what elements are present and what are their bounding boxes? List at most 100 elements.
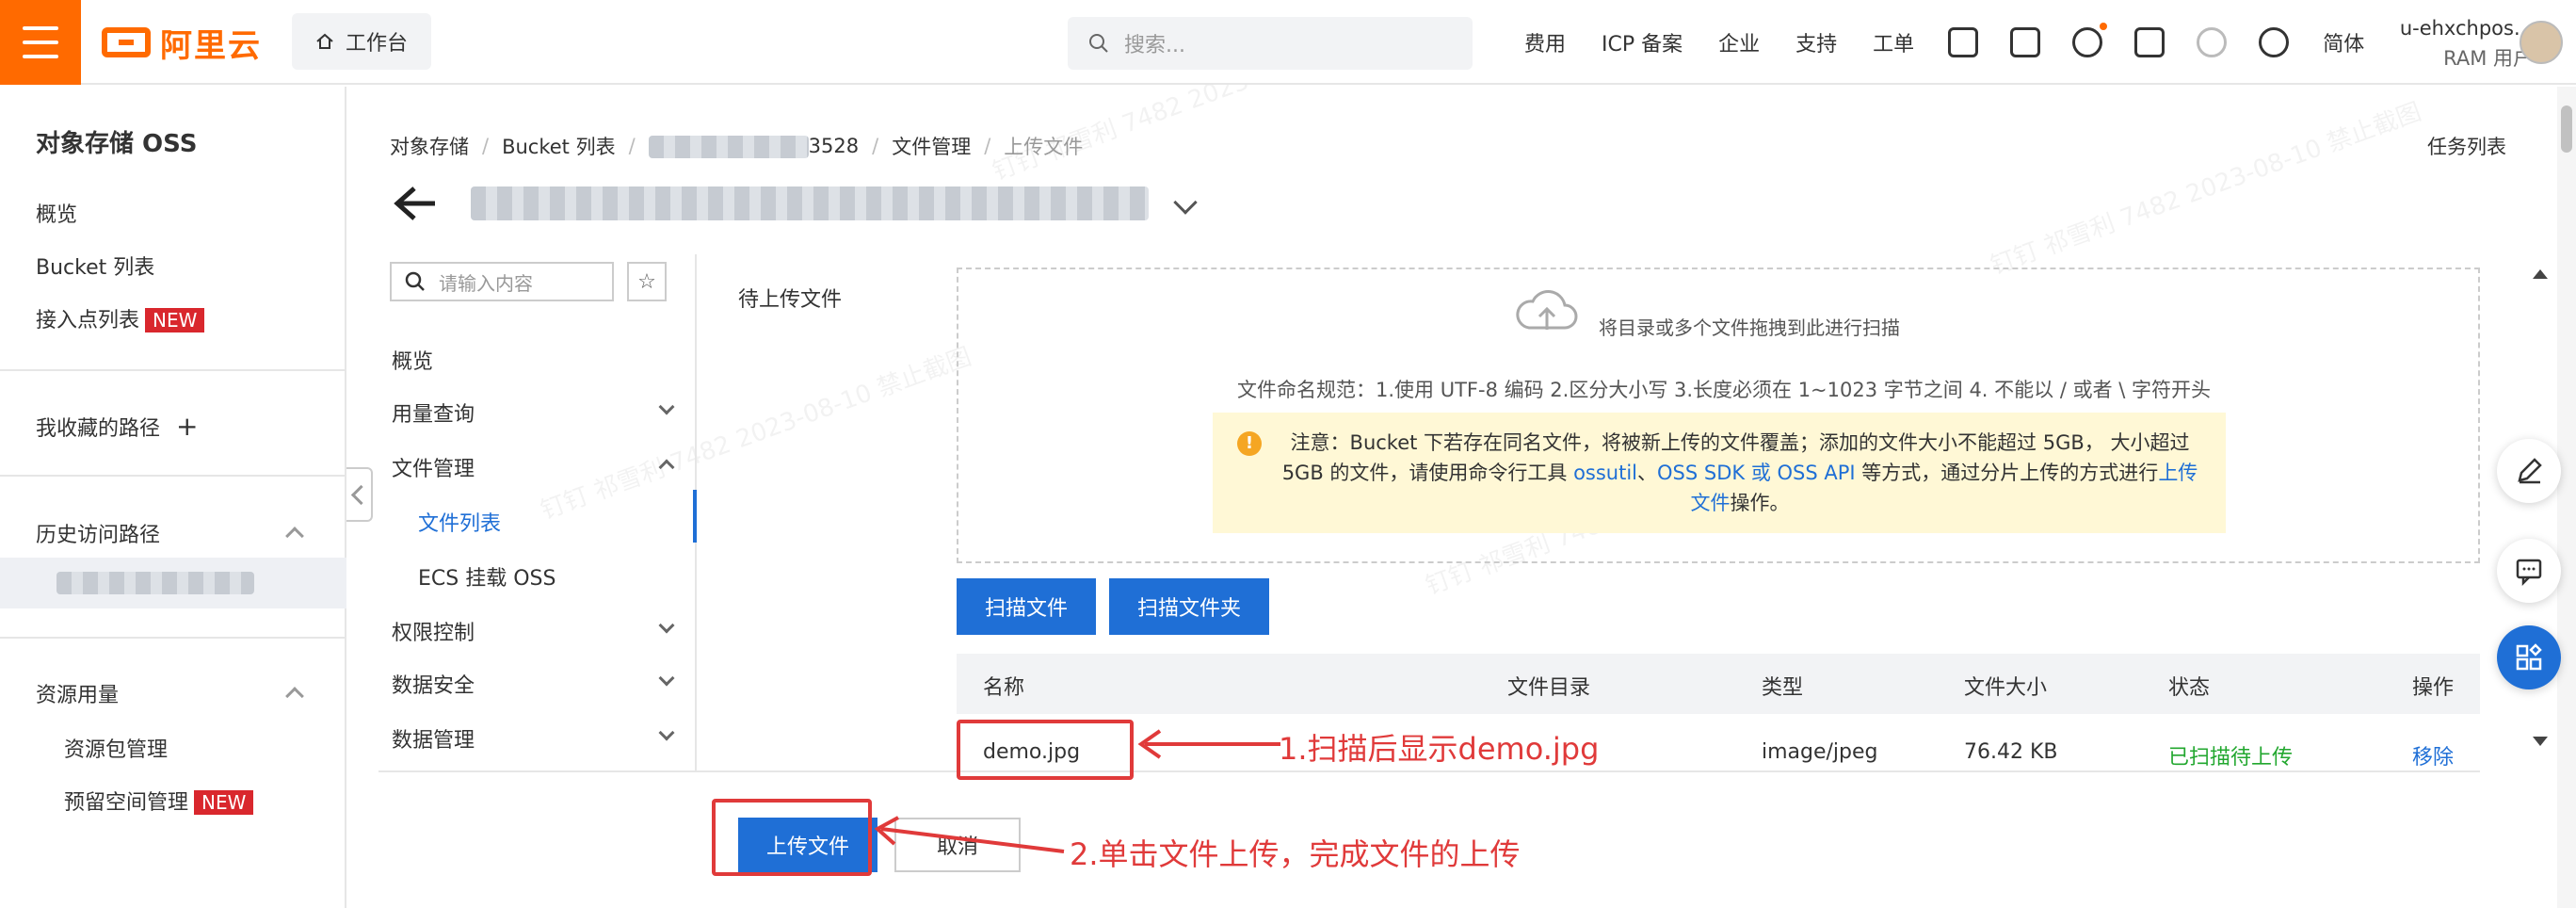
- notice-line-2: 5GB 的文件，请使用命令行工具 ossutil、OSS SDK 或 OSS A…: [1281, 462, 2198, 484]
- oss-api-link[interactable]: OSS API: [1778, 462, 1856, 484]
- annotation-arrow-1: [1137, 729, 1280, 759]
- user-name: u-ehxchpos...: [2399, 17, 2533, 40]
- user-role: RAM 用户: [2443, 47, 2533, 70]
- file-size-cell: 76.42 KB: [1964, 740, 2058, 764]
- history-path-item[interactable]: [0, 558, 346, 608]
- sidebar-item-access-points[interactable]: 接入点列表 NEW: [36, 303, 205, 333]
- chevron-up-icon[interactable]: [285, 687, 304, 705]
- annotation-box-demo: [957, 720, 1134, 780]
- grid-icon[interactable]: [1948, 27, 1979, 57]
- breadcrumb-oss[interactable]: 对象存储: [390, 132, 469, 160]
- sidebar-item-overview[interactable]: 概览: [36, 198, 77, 228]
- sidebar-item-label: 预留空间管理: [64, 791, 189, 815]
- aliyun-logo[interactable]: 阿里云: [102, 23, 262, 65]
- nav-item-data-security[interactable]: 数据安全: [392, 669, 475, 699]
- new-badge: NEW: [194, 790, 254, 815]
- sidebar-item-reserved-space[interactable]: 预留空间管理 NEW: [64, 786, 254, 816]
- divider: [0, 369, 346, 371]
- nav-item-data-mgmt[interactable]: 数据管理: [392, 723, 475, 754]
- warning-icon: !: [1237, 431, 1262, 456]
- file-type-cell: image/jpeg: [1762, 740, 1878, 764]
- sidebar-item-bucket-list[interactable]: Bucket 列表: [36, 251, 154, 281]
- divider: [0, 637, 346, 639]
- chevron-down-icon[interactable]: [658, 670, 675, 687]
- nav-item-permission[interactable]: 权限控制: [392, 616, 475, 646]
- nav-billing[interactable]: 费用: [1506, 27, 1584, 57]
- ossutil-link[interactable]: ossutil: [1573, 462, 1637, 484]
- nav-support[interactable]: 支持: [1778, 27, 1855, 57]
- file-status-cell: 已扫描待上传: [2168, 746, 2294, 770]
- chevron-up-icon[interactable]: [658, 459, 675, 476]
- naming-rules-text: 文件命名规范：1.使用 UTF-8 编码 2.区分大小写 3.长度必须在 1~1…: [1237, 379, 2212, 401]
- annotation-step-2: 2.单击文件上传，完成文件的上传: [1070, 836, 1521, 872]
- chat-button[interactable]: [2497, 539, 2561, 603]
- col-name: 名称: [983, 676, 1025, 700]
- pending-files-label: 待上传文件: [738, 288, 843, 312]
- nav-item-file-list[interactable]: 文件列表: [418, 507, 501, 537]
- blurred-bucket-title: [471, 186, 1149, 220]
- search-icon: [1089, 34, 1108, 53]
- chevron-up-icon[interactable]: [285, 527, 304, 545]
- star-icon[interactable]: ☆: [627, 262, 667, 301]
- multipart-upload-link[interactable]: 上传: [2158, 462, 2198, 484]
- sidebar-item-label: 接入点列表: [36, 309, 140, 332]
- breadcrumb-separator: /: [872, 135, 879, 157]
- nav-item-file-mgmt[interactable]: 文件管理: [392, 452, 475, 482]
- apps-icon: [2516, 643, 2542, 671]
- breadcrumb-bucket[interactable]: 3528: [648, 135, 859, 158]
- multipart-upload-link-cont[interactable]: 文件: [1691, 492, 1731, 514]
- scrollbar-thumb[interactable]: [2561, 105, 2572, 153]
- user-menu[interactable]: u-ehxchpos... RAM 用户: [2354, 13, 2533, 73]
- bulb-icon[interactable]: [2197, 27, 2228, 57]
- apps-button[interactable]: [2497, 625, 2561, 689]
- sidebar-item-resource-usage[interactable]: 资源用量: [36, 678, 119, 708]
- sidebar-collapse-button[interactable]: [346, 467, 373, 522]
- cart-icon[interactable]: [2134, 27, 2165, 57]
- task-list-link[interactable]: 任务列表: [2427, 132, 2506, 160]
- notice-line-3: 文件操作。: [1690, 492, 1790, 514]
- sidebar-item-favorites[interactable]: 我收藏的路径 +: [36, 411, 198, 442]
- oss-sdk-link[interactable]: OSS SDK: [1657, 462, 1745, 484]
- nav-item-ecs-mount[interactable]: ECS 挂载 OSS: [418, 561, 555, 592]
- chevron-down-icon[interactable]: [1173, 190, 1198, 215]
- sidebar-title: 对象存储 OSS: [36, 130, 198, 158]
- breadcrumb-bucket-list[interactable]: Bucket 列表: [502, 132, 616, 160]
- sidebar-item-resource-pack[interactable]: 资源包管理: [64, 733, 168, 763]
- terminal-icon[interactable]: [2010, 27, 2041, 57]
- sidebar-item-history[interactable]: 历史访问路径: [36, 518, 160, 548]
- nav-search-input[interactable]: 请输入内容: [390, 262, 614, 301]
- cloud-upload-icon: [1516, 290, 1578, 330]
- nav-item-usage[interactable]: 用量查询: [392, 397, 475, 428]
- scroll-down-arrow-icon[interactable]: [2533, 737, 2548, 746]
- remove-link[interactable]: 移除: [2412, 740, 2454, 770]
- edit-feedback-button[interactable]: [2497, 439, 2561, 503]
- active-indicator: [693, 490, 697, 543]
- bell-icon[interactable]: [2072, 23, 2108, 57]
- notice-line-1: 注意：Bucket 下若存在同名文件，将被新上传的文件覆盖；添加的文件大小不能超…: [1290, 431, 2190, 454]
- plus-icon[interactable]: +: [176, 411, 198, 442]
- top-nav: 费用 ICP 备案 企业 支持 工单 简体: [1506, 0, 2382, 85]
- breadcrumb-file-mgmt[interactable]: 文件管理: [892, 132, 971, 160]
- nav-enterprise[interactable]: 企业: [1700, 27, 1778, 57]
- hamburger-menu-icon[interactable]: [0, 0, 81, 85]
- nav-icp[interactable]: ICP 备案: [1584, 27, 1700, 57]
- chevron-down-icon[interactable]: [658, 398, 675, 415]
- nav-item-overview[interactable]: 概览: [392, 345, 433, 375]
- file-dropzone[interactable]: 将目录或多个文件拖拽到此进行扫描 文件命名规范：1.使用 UTF-8 编码 2.…: [957, 268, 2480, 563]
- annotation-arrow-2: [874, 816, 1065, 853]
- avatar[interactable]: [2520, 21, 2563, 64]
- nav-ticket[interactable]: 工单: [1855, 27, 1932, 57]
- chevron-down-icon[interactable]: [658, 617, 675, 634]
- scroll-up-arrow-icon[interactable]: [2533, 269, 2548, 279]
- scan-files-button[interactable]: 扫描文件: [957, 578, 1096, 635]
- page-scrollbar[interactable]: [2557, 87, 2576, 908]
- workbench-button[interactable]: 工作台: [292, 13, 431, 70]
- chevron-down-icon[interactable]: [658, 724, 675, 741]
- top-bar: 阿里云 工作台 搜索... 费用 ICP 备案 企业 支持 工单 简体 u-eh…: [0, 0, 2576, 85]
- global-search-input[interactable]: 搜索...: [1068, 17, 1473, 70]
- back-arrow-icon[interactable]: [394, 185, 439, 222]
- scan-folder-button[interactable]: 扫描文件夹: [1109, 578, 1269, 635]
- help-icon[interactable]: [2259, 27, 2290, 57]
- divider: [378, 770, 2480, 772]
- pencil-icon: [2518, 458, 2542, 484]
